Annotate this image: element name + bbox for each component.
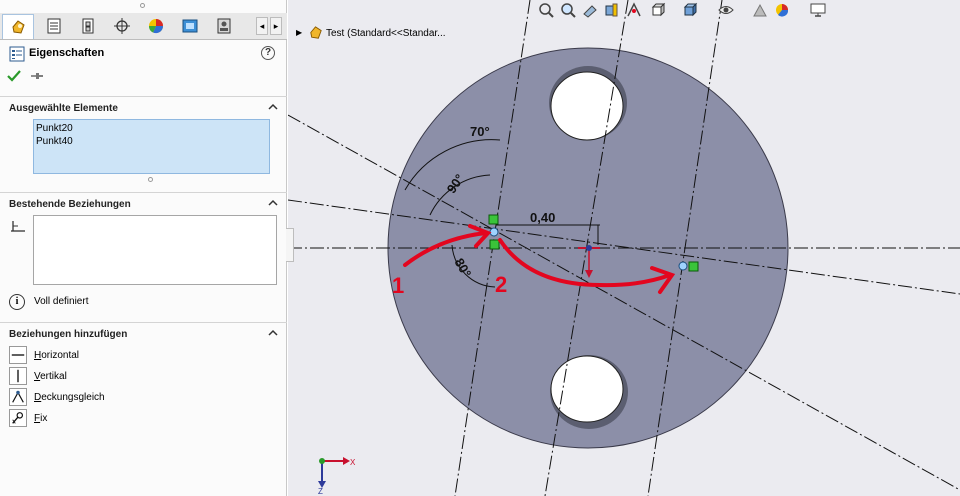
part-name: Test (Standard<<Standar... <box>326 28 446 39</box>
point-marker-bottom[interactable] <box>489 239 500 250</box>
tab-property-manager[interactable] <box>38 14 70 38</box>
triad-x-label: X <box>350 458 356 467</box>
tab-configuration-manager[interactable] <box>72 14 104 38</box>
horizontal-relation-icon <box>9 346 27 364</box>
relation-label: Deckungsgleich <box>34 392 105 403</box>
section-title: Ausgewählte Elemente <box>9 103 118 114</box>
dimension-angle-70[interactable]: 70° <box>470 124 490 139</box>
add-relation-horizontal-button[interactable]: Horizontal <box>9 346 209 366</box>
relation-label: Vertikal <box>34 371 67 382</box>
relation-label: Fix <box>34 413 48 424</box>
tab-cam-manager[interactable] <box>174 14 206 38</box>
flyout-feature-tree[interactable]: ▶ Test (Standard<<Standar... <box>296 24 496 42</box>
previous-view-icon[interactable] <box>582 2 598 18</box>
panel-collapse-handle[interactable] <box>286 228 294 262</box>
dimension-distance[interactable]: 0,40 <box>530 210 555 225</box>
section-add-relations[interactable]: Beziehungen hinzufügen <box>0 322 287 345</box>
status-text: Voll definiert <box>34 296 89 307</box>
section-selected-elements[interactable]: Ausgewählte Elemente <box>0 96 287 119</box>
point-marker-top[interactable] <box>488 214 499 225</box>
tab-display-manager[interactable] <box>140 14 172 38</box>
triad-z-label: Z <box>318 487 323 496</box>
section-title: Bestehende Beziehungen <box>9 199 131 210</box>
upper-hole[interactable] <box>550 71 624 141</box>
display-manager-icon <box>148 19 164 34</box>
list-resize-grip-icon[interactable] <box>148 177 153 182</box>
property-manager-actions <box>6 66 66 86</box>
solidworks-window: ◂ ▸ Eigenschaften ? Ausgewählte Elemente… <box>0 0 960 496</box>
point-marker-right[interactable] <box>688 261 699 272</box>
vertical-relation-icon <box>9 367 27 385</box>
display-style-icon[interactable] <box>682 2 698 18</box>
feature-manager-icon <box>12 20 25 34</box>
existing-relations-list[interactable] <box>33 215 277 285</box>
relation-label: Horizontal <box>34 350 80 361</box>
annotation-mark-2: 2 <box>495 272 507 297</box>
page-title: Eigenschaften <box>29 47 105 59</box>
zoom-area-icon[interactable] <box>560 2 576 18</box>
ok-check-icon[interactable] <box>6 68 22 84</box>
coincident-relation-icon <box>9 388 27 406</box>
add-relation-vertical-button[interactable]: Vertikal <box>9 367 209 387</box>
sketch-point-punkt20[interactable] <box>489 227 499 237</box>
chevron-up-icon[interactable] <box>267 327 279 339</box>
chevron-up-icon[interactable] <box>267 101 279 113</box>
view-settings-icon[interactable] <box>810 2 826 18</box>
crosshair-icon <box>114 18 130 34</box>
view-triad: X Z <box>318 457 356 496</box>
sketch-canvas[interactable]: 70° 90° 80° 0,40 1 2 X Z <box>288 0 960 496</box>
status-row: i Voll definiert <box>9 293 209 311</box>
view-orientation-icon[interactable] <box>650 2 666 18</box>
property-manager-header: Eigenschaften ? <box>0 44 287 64</box>
section-view-icon[interactable] <box>604 2 620 18</box>
manager-tab-bar: ◂ ▸ <box>0 13 287 40</box>
dynamic-annotation-icon[interactable] <box>626 2 642 18</box>
help-button[interactable]: ? <box>261 46 275 60</box>
apply-scene-icon[interactable] <box>774 2 790 18</box>
section-title: Beziehungen hinzufügen <box>9 329 128 340</box>
section-existing-relations[interactable]: Bestehende Beziehungen <box>0 192 287 215</box>
relations-icon <box>11 221 25 232</box>
annotation-mark-1: 1 <box>392 273 404 298</box>
graphics-area[interactable]: 70° 90° 80° 0,40 1 2 X Z <box>288 0 960 496</box>
lower-hole[interactable] <box>550 355 624 423</box>
zoom-to-fit-icon[interactable] <box>538 2 554 18</box>
selected-elements-list[interactable]: Punkt20 Punkt40 <box>33 119 270 174</box>
part-icon <box>310 26 322 39</box>
tab-dimxpert-manager[interactable] <box>106 14 138 38</box>
tab-feature-manager[interactable] <box>2 14 34 39</box>
appearance-manager-icon <box>217 18 231 34</box>
add-relation-coincident-button[interactable]: Deckungsgleich <box>9 388 209 408</box>
info-icon: i <box>9 294 25 310</box>
edit-appearance-icon[interactable] <box>752 2 768 18</box>
add-relation-fix-button[interactable]: Fix <box>9 409 209 429</box>
property-manager-icon <box>47 18 61 34</box>
hide-show-items-icon[interactable] <box>718 2 734 18</box>
tab-scroll-left-button[interactable]: ◂ <box>256 17 268 35</box>
property-manager-panel: ◂ ▸ Eigenschaften ? Ausgewählte Elemente… <box>0 0 287 496</box>
heads-up-toolbar <box>532 0 852 20</box>
tab-appearance-manager[interactable] <box>208 14 240 38</box>
list-item[interactable]: Punkt20 <box>36 122 267 135</box>
properties-icon <box>9 46 25 62</box>
chevron-up-icon[interactable] <box>267 197 279 209</box>
cam-manager-icon <box>182 19 198 33</box>
pushpin-icon[interactable] <box>30 69 44 83</box>
panel-grip-icon[interactable] <box>140 3 145 8</box>
expand-arrow-icon[interactable]: ▶ <box>296 28 302 37</box>
fix-relation-icon <box>9 409 27 427</box>
tab-scroll-right-button[interactable]: ▸ <box>270 17 282 35</box>
configuration-manager-icon <box>82 18 94 34</box>
sketch-point-punkt40[interactable] <box>678 261 688 271</box>
list-item[interactable]: Punkt40 <box>36 135 267 148</box>
